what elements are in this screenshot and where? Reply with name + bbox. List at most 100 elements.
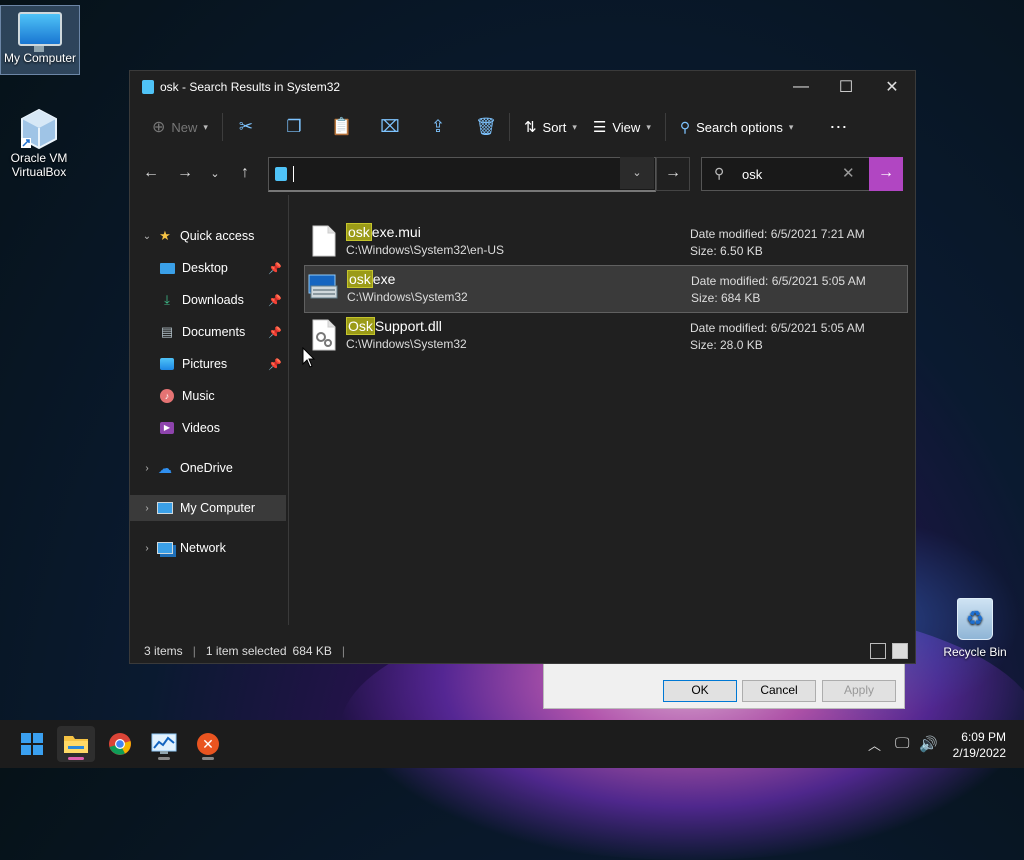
maximize-button[interactable]: ☐ [823,71,869,103]
address-dropdown-button[interactable]: ⌄ [620,157,654,189]
clear-search-icon[interactable]: ✕ [842,164,855,182]
sort-button[interactable]: ⇅ Sort ▾ [516,111,585,143]
details-view-icon[interactable] [870,643,886,659]
desktop-icon-virtualbox[interactable]: Oracle VM VirtualBox [0,104,78,180]
chrome-icon [109,733,131,755]
show-hidden-icons-chevron-up-icon[interactable]: ︿ [868,735,881,754]
start-button[interactable] [13,726,51,762]
pin-icon: 📌 [268,262,282,275]
separator: | [192,644,196,658]
desktop-icon-recycle-bin[interactable]: ♻ Recycle Bin [936,598,1014,660]
match-highlight: osk [346,223,372,241]
pin-icon: 📌 [268,358,282,371]
share-icon[interactable]: ⇪ [421,117,455,137]
sidebar-item-desktop[interactable]: Desktop 📌 [130,255,286,281]
ok-button[interactable]: OK [663,680,737,702]
sidebar-item-my-computer[interactable]: › My Computer [130,495,286,521]
sidebar-item-label: Desktop [182,261,228,275]
folder-icon [142,80,154,94]
file-path: C:\Windows\System32 [346,337,467,351]
sidebar-item-documents[interactable]: ▤ Documents 📌 [130,319,286,345]
volume-icon[interactable]: 🔊 [919,735,938,753]
sidebar-item-quick-access[interactable]: ⌄ ★ Quick access [130,223,286,249]
desktop-icon [158,261,176,275]
status-bar: 3 items | 1 item selected 684 KB | [130,639,915,663]
properties-dialog: OK Cancel Apply [543,661,905,709]
navigation-bar: ← → ⌄ ↑ ⌄ → ⚲ osk ✕ → [130,151,915,195]
mouse-cursor-icon [302,347,316,368]
sidebar-item-label: Network [180,541,226,555]
keyboard-app-icon [308,274,338,299]
folder-icon [64,736,88,753]
file-row[interactable]: osk exe.mui C:\Windows\System32\en-US Dat… [304,219,906,265]
desktop-icon-label: My Computer [3,51,77,65]
address-bar[interactable] [268,157,656,192]
file-row[interactable]: Osk Support.dll C:\Windows\System32 Date … [304,313,906,359]
taskbar-monitor-app[interactable] [145,726,183,762]
cancel-button[interactable]: Cancel [742,680,816,702]
command-bar: ⊕ New ▾ ✂ ❐ 📋 ⌧ ⇪ 🗑 ⇅ Sort ▾ ☰ View ▾ ⚲ … [130,103,915,151]
sidebar-item-pictures[interactable]: Pictures 📌 [130,351,286,377]
taskbar-file-explorer[interactable] [57,726,95,762]
tiles-view-icon[interactable] [892,643,908,659]
search-input[interactable]: osk [742,167,762,182]
window-title: osk - Search Results in System32 [160,80,341,94]
separator [664,113,666,141]
cut-icon[interactable]: ✂ [229,117,263,137]
download-icon: ⤓ [164,292,170,307]
rename-icon[interactable]: ⌧ [373,117,407,137]
desktop-icon-my-computer[interactable]: My Computer [0,5,80,75]
folder-icon [275,167,287,181]
title-bar[interactable]: osk - Search Results in System32 — ☐ ✕ [130,71,915,103]
close-button[interactable]: ✕ [869,71,915,103]
network-status-icon[interactable]: 🖵 [895,735,909,752]
sidebar-item-downloads[interactable]: ⤓ Downloads 📌 [130,287,286,313]
virtualbox-icon [19,108,59,150]
file-path: C:\Windows\System32 [347,290,468,304]
search-box[interactable]: ⚲ osk ✕ → [701,157,903,191]
view-button[interactable]: ☰ View ▾ [585,111,659,143]
monitor-icon [18,12,62,52]
search-go-button[interactable]: → [869,157,903,191]
sidebar-item-videos[interactable]: ▶ Videos [130,415,286,441]
back-button[interactable]: ← [134,164,168,182]
up-button[interactable]: ↑ [228,164,262,182]
recent-locations-button[interactable]: ⌄ [202,167,228,180]
blank-file-icon [312,225,336,257]
apply-button[interactable]: Apply [822,680,896,702]
sidebar-item-network[interactable]: › Network [130,535,286,561]
minimize-button[interactable]: — [778,71,824,103]
copy-icon[interactable]: ❐ [277,117,311,137]
sidebar-item-label: Music [182,389,215,403]
sidebar-item-label: Downloads [182,293,244,307]
clock[interactable]: 6:09 PM 2/19/2022 [953,729,1006,761]
go-button[interactable]: → [656,157,690,191]
forward-button[interactable]: → [168,164,202,182]
taskbar-chrome[interactable] [101,726,139,762]
delete-icon[interactable]: 🗑 [469,117,503,137]
chevron-down-icon: ⌄ [142,230,152,242]
file-row[interactable]: osk exe C:\Windows\System32 Date modified… [304,265,908,313]
clock-time: 6:09 PM [961,730,1006,744]
file-size: Size: 6.50 KB [690,244,763,258]
pin-icon: 📌 [268,294,282,307]
sidebar-item-onedrive[interactable]: › ☁ OneDrive [130,455,286,481]
sort-icon: ⇅ [523,119,537,136]
search-icon: ⚲ [714,165,725,181]
file-name-rest: exe [372,271,396,287]
search-options-label: Search options [696,119,783,135]
search-options-button[interactable]: ⚲ Search options ▾ [672,111,802,143]
paste-icon[interactable]: 📋 [325,117,359,137]
more-options-button[interactable]: ⋯ [821,111,855,143]
file-date-modified: Date modified: 6/5/2021 5:05 AM [691,274,866,288]
clock-date: 2/19/2022 [952,746,1006,760]
sidebar-item-label: My Computer [180,501,256,515]
file-name: osk exe [347,270,396,288]
new-button[interactable]: ⊕ New ▾ [144,111,216,143]
sidebar-item-music[interactable]: ♪ Music [130,383,286,409]
text-cursor [293,166,294,182]
taskbar-app-x[interactable]: ✕ [189,726,227,762]
file-name-rest: exe.mui [371,224,421,240]
taskbar: ✕ ︿ 🖵 🔊 6:09 PM 2/19/2022 [0,720,1024,768]
chevron-right-icon: › [145,462,149,474]
